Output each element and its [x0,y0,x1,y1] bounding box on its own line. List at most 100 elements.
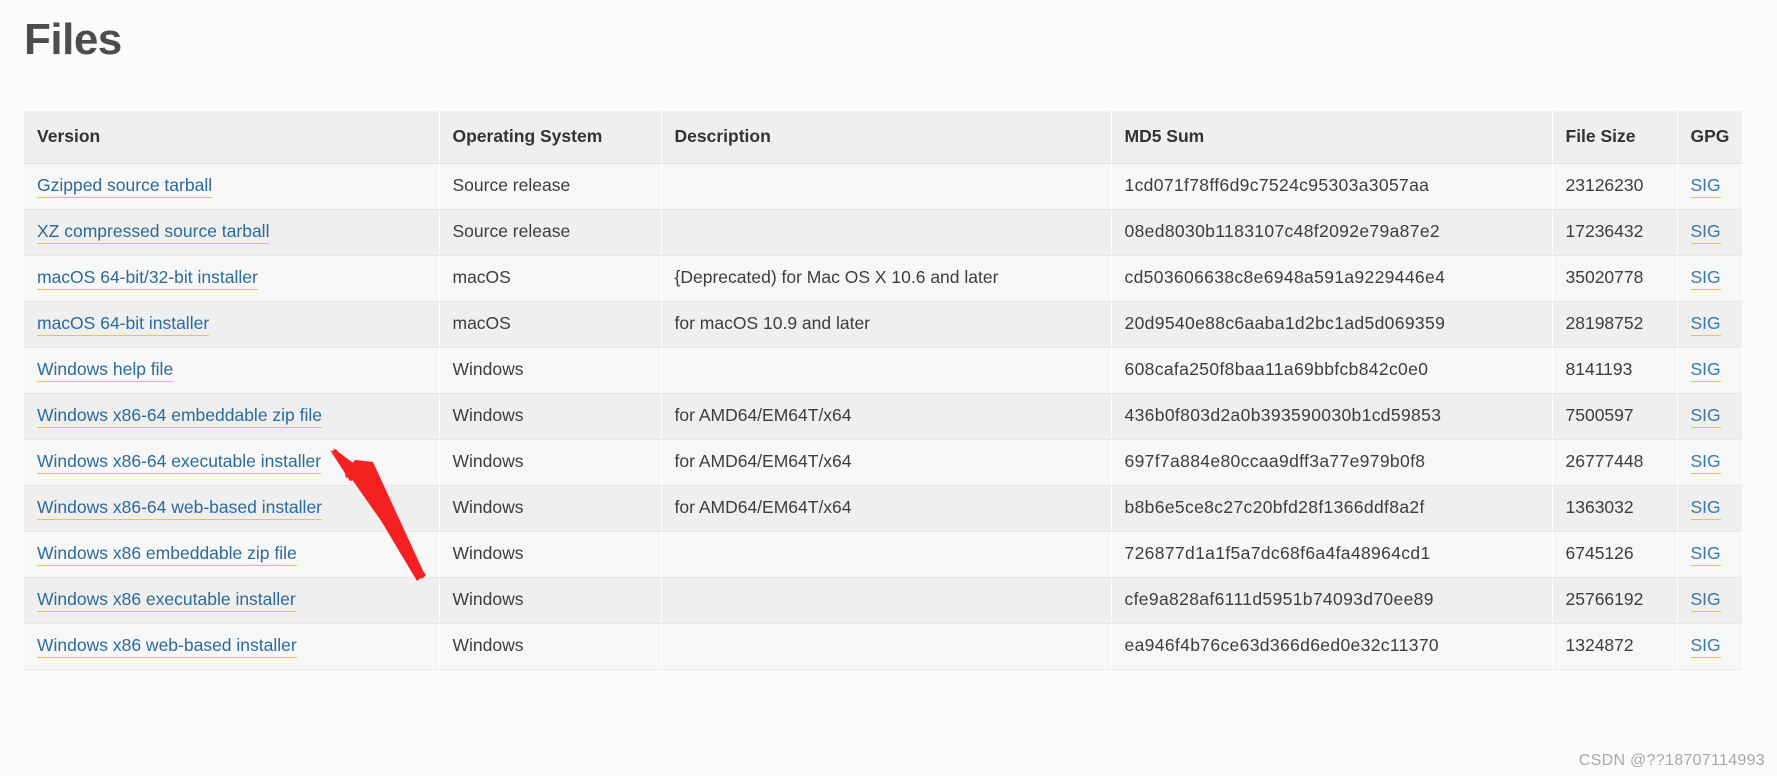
table-header: Version Operating System Description MD5… [24,111,1742,164]
gpg-sig-link[interactable]: SIG [1690,451,1721,474]
cell-md5-sum: 1cd071f78ff6d9c7524c95303a3057aa [1111,163,1553,210]
cell-file-size: 8141193 [1552,347,1678,394]
version-download-link[interactable]: Windows x86 embeddable zip file [37,543,297,566]
version-download-link[interactable]: Windows x86-64 embeddable zip file [37,405,323,428]
gpg-sig-link[interactable]: SIG [1690,313,1721,336]
cell-gpg: SIG [1677,347,1742,394]
cell-gpg: SIG [1677,163,1742,210]
cell-file-size: 1324872 [1552,623,1678,670]
cell-operating-system: Windows [439,623,662,670]
table-row: Windows x86-64 web-based installer Window… [24,485,1742,532]
version-download-link[interactable]: XZ compressed source tarball [37,221,270,244]
table-row: Gzipped source tarball Source release 1cd0… [24,163,1742,210]
column-header-md5-sum: MD5 Sum [1111,111,1553,164]
cell-md5-sum: cd503606638c8e6948a591a9229446e4 [1111,255,1553,302]
cell-file-size: 23126230 [1552,163,1678,210]
table-row: Windows x86 web-based installer Windows ea… [24,623,1742,670]
column-header-gpg: GPG [1677,111,1742,164]
gpg-sig-link[interactable]: SIG [1690,359,1721,382]
gpg-sig-link[interactable]: SIG [1690,497,1721,520]
cell-file-size: 26777448 [1552,439,1678,486]
table-body: Gzipped source tarball Source release 1cd0… [24,163,1742,670]
cell-file-size: 6745126 [1552,531,1678,578]
cell-md5-sum: 436b0f803d2a0b393590030b1cd59853 [1111,393,1553,440]
cell-md5-sum: 697f7a884e80ccaa9dff3a77e979b0f8 [1111,439,1553,486]
cell-description: for AMD64/EM64T/x64 [661,485,1112,532]
cell-gpg: SIG [1677,577,1742,624]
cell-operating-system: Source release [439,163,662,210]
cell-operating-system: Windows [439,577,662,624]
cell-file-size: 7500597 [1552,393,1678,440]
cell-description: for macOS 10.9 and later [661,301,1112,348]
cell-md5-sum: cfe9a828af6111d5951b74093d70ee89 [1111,577,1553,624]
cell-description: for AMD64/EM64T/x64 [661,439,1112,486]
cell-version: Windows help file [24,347,440,394]
gpg-sig-link[interactable]: SIG [1690,589,1721,612]
table-header-row: Version Operating System Description MD5… [24,111,1742,164]
cell-gpg: SIG [1677,255,1742,302]
files-table-container: Version Operating System Description MD5… [24,111,1742,670]
cell-operating-system: Windows [439,439,662,486]
table-row: Windows x86 executable installer Windows c… [24,577,1742,624]
cell-version: XZ compressed source tarball [24,209,440,256]
column-header-file-size: File Size [1552,111,1678,164]
cell-file-size: 28198752 [1552,301,1678,348]
cell-version: Windows x86 executable installer [24,577,440,624]
files-table: Version Operating System Description MD5… [24,111,1742,670]
cell-description [661,347,1112,394]
cell-operating-system: macOS [439,255,662,302]
cell-description: for AMD64/EM64T/x64 [661,393,1112,440]
cell-description [661,623,1112,670]
gpg-sig-link[interactable]: SIG [1690,221,1721,244]
cell-gpg: SIG [1677,623,1742,670]
cell-operating-system: Windows [439,531,662,578]
cell-version: macOS 64-bit/32-bit installer [24,255,440,302]
version-download-link[interactable]: Windows x86 web-based installer [37,635,297,658]
cell-file-size: 1363032 [1552,485,1678,532]
cell-description [661,577,1112,624]
version-download-link[interactable]: Windows x86-64 executable installer [37,451,322,474]
cell-gpg: SIG [1677,209,1742,256]
cell-operating-system: Windows [439,393,662,440]
version-download-link[interactable]: Windows help file [37,359,174,382]
table-row: Windows x86 embeddable zip file Windows 72… [24,531,1742,578]
cell-version: Windows x86 embeddable zip file [24,531,440,578]
cell-md5-sum: b8b6e5ce8c27c20bfd28f1366ddf8a2f [1111,485,1553,532]
gpg-sig-link[interactable]: SIG [1690,405,1721,428]
cell-file-size: 25766192 [1552,577,1678,624]
cell-version: Gzipped source tarball [24,163,440,210]
files-page: Files Version Operating System Descripti… [0,0,1777,776]
gpg-sig-link[interactable]: SIG [1690,267,1721,290]
gpg-sig-link[interactable]: SIG [1690,175,1721,198]
cell-version: Windows x86-64 web-based installer [24,485,440,532]
cell-operating-system: Windows [439,485,662,532]
table-row: Windows x86-64 executable installer Windo… [24,439,1742,486]
version-download-link[interactable]: Gzipped source tarball [37,175,213,198]
version-download-link[interactable]: Windows x86-64 web-based installer [37,497,322,520]
cell-gpg: SIG [1677,439,1742,486]
cell-description [661,209,1112,256]
cell-version: Windows x86 web-based installer [24,623,440,670]
version-download-link[interactable]: macOS 64-bit installer [37,313,210,336]
cell-version: Windows x86-64 executable installer [24,439,440,486]
gpg-sig-link[interactable]: SIG [1690,635,1721,658]
cell-gpg: SIG [1677,531,1742,578]
cell-operating-system: Source release [439,209,662,256]
column-header-description: Description [661,111,1112,164]
cell-md5-sum: ea946f4b76ce63d366d6ed0e32c11370 [1111,623,1553,670]
cell-gpg: SIG [1677,393,1742,440]
gpg-sig-link[interactable]: SIG [1690,543,1721,566]
cell-md5-sum: 20d9540e88c6aaba1d2bc1ad5d069359 [1111,301,1553,348]
cell-gpg: SIG [1677,301,1742,348]
cell-operating-system: Windows [439,347,662,394]
cell-md5-sum: 726877d1a1f5a7dc68f6a4fa48964cd1 [1111,531,1553,578]
cell-file-size: 17236432 [1552,209,1678,256]
version-download-link[interactable]: Windows x86 executable installer [37,589,296,612]
cell-description [661,163,1112,210]
column-header-version: Version [24,111,440,164]
cell-description [661,531,1112,578]
table-row: macOS 64-bit/32-bit installer macOS {Depre… [24,255,1742,302]
version-download-link[interactable]: macOS 64-bit/32-bit installer [37,267,258,290]
cell-md5-sum: 608cafa250f8baa11a69bbfcb842c0e0 [1111,347,1553,394]
column-header-operating-system: Operating System [439,111,662,164]
